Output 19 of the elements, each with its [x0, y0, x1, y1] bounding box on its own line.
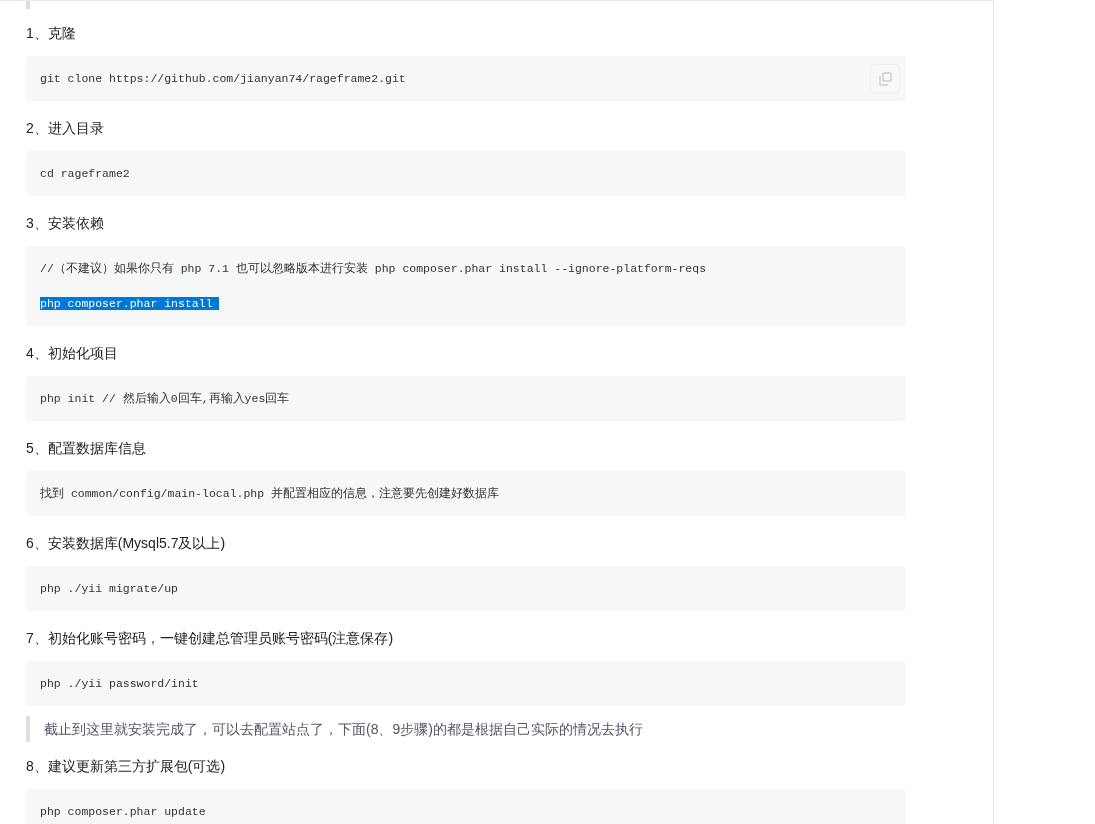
section-heading: 4、初始化项目	[26, 344, 119, 363]
section-heading: 1、克隆	[26, 24, 77, 43]
code-line: //（不建议）如果你只有 php 7.1 也可以忽略版本进行安装 php composer.phar install --ignore-platform-reqs	[40, 262, 707, 275]
section-heading: 7、初始化账号密码，一键创建总管理员账号密码(注意保存)	[26, 629, 395, 648]
section-heading: 3、安装依赖	[26, 214, 105, 233]
code-line: php ./yii password/init	[40, 677, 199, 690]
section-heading: 6、安装数据库(Mysql5.7及以上)	[26, 534, 227, 553]
code-line: 找到 common/config/main-local.php 并配置相应的信息，注意要先创建好数据库	[40, 487, 500, 500]
quote-text: 截止到这里就安装完成了，可以去配置站点了，下面(8、9步骤)的都是根据自己实际的情况去执行	[44, 721, 643, 737]
section-heading: 2、进入目录	[26, 119, 105, 138]
section-heading: 5、配置数据库信息	[26, 439, 147, 458]
copy-button[interactable]	[870, 64, 900, 94]
code-line: php ./yii migrate/up	[40, 582, 179, 595]
code-line: cd rageframe2	[40, 167, 130, 180]
code-line: php init // 然后输入0回车,再输入yes回车	[40, 392, 290, 405]
code-line: git clone https://github.com/jianyan74/rageframe2.git	[40, 72, 406, 85]
code-line: php composer.phar update	[40, 805, 206, 818]
copy-icon	[877, 71, 893, 87]
section-heading: 8、建议更新第三方扩展包(可选)	[26, 757, 227, 776]
